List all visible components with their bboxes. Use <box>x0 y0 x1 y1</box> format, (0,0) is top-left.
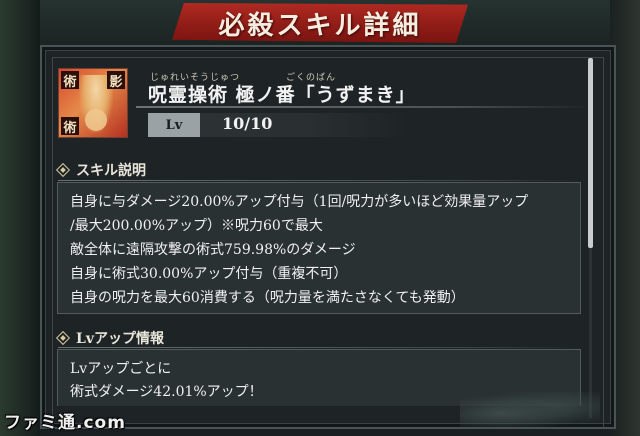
lvup-line: Lvアップごとに <box>70 361 172 377</box>
skill-name: 呪霊操術 極ノ番「うずまき」 <box>148 84 416 106</box>
skill-tag-jutsu-bottom: 術 <box>61 117 79 136</box>
skill-icon: 術 影 術 <box>58 68 128 138</box>
watermark-logo: ファミ通.com <box>4 413 126 433</box>
diamond-icon <box>55 330 71 346</box>
scrollbar-thumb[interactable] <box>588 58 593 248</box>
skill-description-heading-label: スキル説明 <box>76 163 146 179</box>
section-divider <box>58 180 578 181</box>
left-background <box>0 0 40 436</box>
skill-hand-art <box>85 109 107 131</box>
diamond-icon <box>55 162 71 178</box>
skill-tag-kage: 影 <box>107 71 125 90</box>
skill-tag-jutsu-top: 術 <box>61 71 79 90</box>
description-line: 自身に与ダメージ20.00%アップ付与（1回/呪力が多いほど効果量アップ <box>70 194 529 210</box>
description-line: 自身の呪力を最大60消費する（呪力量を満たさなくても発動） <box>70 290 465 306</box>
description-line: 自身に術式30.00%アップ付与（重複不可） <box>70 266 348 282</box>
lvup-info-heading: Lvアップ情報 <box>55 328 164 348</box>
skill-name-divider <box>136 106 591 108</box>
title-banner: 必殺スキル詳細 <box>172 3 468 43</box>
lvup-info-heading-label: Lvアップ情報 <box>76 331 164 347</box>
page-title: 必殺スキル詳細 <box>218 10 422 41</box>
skill-description-box: 自身に与ダメージ20.00%アップ付与（1回/呪力が多いほど効果量アップ /最大… <box>57 182 581 314</box>
description-line: 敵全体に遠隔攻撃の術式759.98%のダメージ <box>70 242 356 258</box>
skill-description-heading: スキル説明 <box>55 160 146 180</box>
level-value: 10/10 <box>222 114 273 133</box>
lvup-line: 術式ダメージ42.01%アップ！ <box>70 384 263 400</box>
description-line: /最大200.00%アップ）※呪力60で最大 <box>70 218 323 234</box>
section-divider <box>58 347 578 348</box>
decorative-wave <box>460 392 600 428</box>
level-label: Lv <box>148 113 200 137</box>
